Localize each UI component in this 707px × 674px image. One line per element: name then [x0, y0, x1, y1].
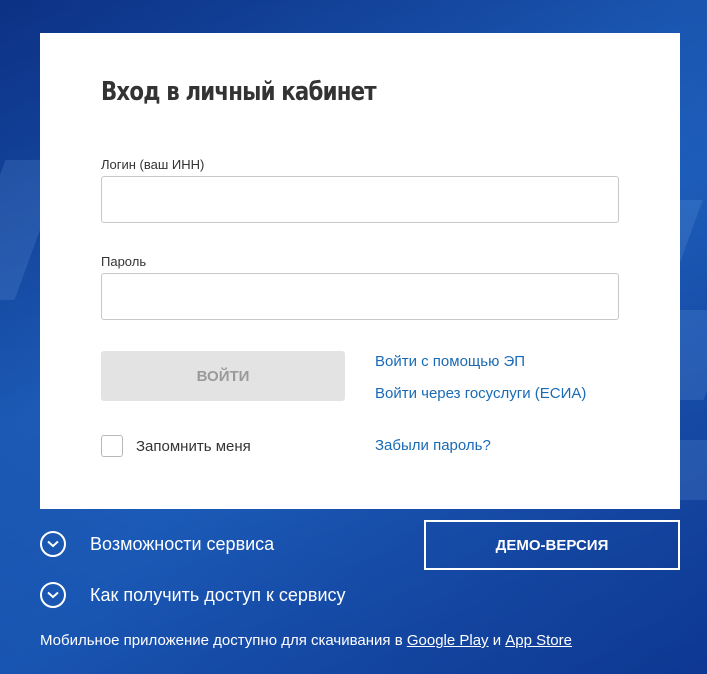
- remember-me-checkbox[interactable]: [101, 435, 123, 457]
- app-store-link[interactable]: App Store: [505, 632, 572, 649]
- mobile-app-note: Мобильное приложение доступно для скачив…: [40, 632, 572, 649]
- login-with-ep-link[interactable]: Войти с помощью ЭП: [375, 353, 525, 370]
- login-with-esia-link[interactable]: Войти через госуслуги (ЕСИА): [375, 385, 586, 402]
- access-label: Как получить доступ к сервису: [90, 584, 346, 605]
- login-label: Логин (ваш ИНН): [101, 157, 205, 172]
- features-label: Возможности сервиса: [90, 533, 275, 554]
- demo-version-button[interactable]: ДЕМО-ВЕРСИЯ: [424, 520, 680, 570]
- chevron-down-circle-icon: [40, 531, 66, 557]
- forgot-password-link[interactable]: Забыли пароль?: [375, 437, 491, 454]
- access-expander[interactable]: Как получить доступ к сервису: [40, 582, 346, 608]
- chevron-down-circle-icon: [40, 582, 66, 608]
- password-label: Пароль: [101, 254, 147, 269]
- footer-conjunction: и: [488, 632, 506, 649]
- remember-me-label: Запомнить меня: [136, 438, 251, 455]
- google-play-link[interactable]: Google Play: [407, 632, 489, 649]
- mobile-app-text: Мобильное приложение доступно для скачив…: [40, 632, 407, 649]
- login-input[interactable]: [101, 176, 619, 223]
- login-button[interactable]: ВОЙТИ: [101, 351, 345, 401]
- password-input[interactable]: [101, 273, 619, 320]
- login-card: Вход в личный кабинет Логин (ваш ИНН) Па…: [40, 33, 680, 509]
- features-expander[interactable]: Возможности сервиса: [40, 531, 274, 557]
- page-title: Вход в личный кабинет: [101, 77, 377, 107]
